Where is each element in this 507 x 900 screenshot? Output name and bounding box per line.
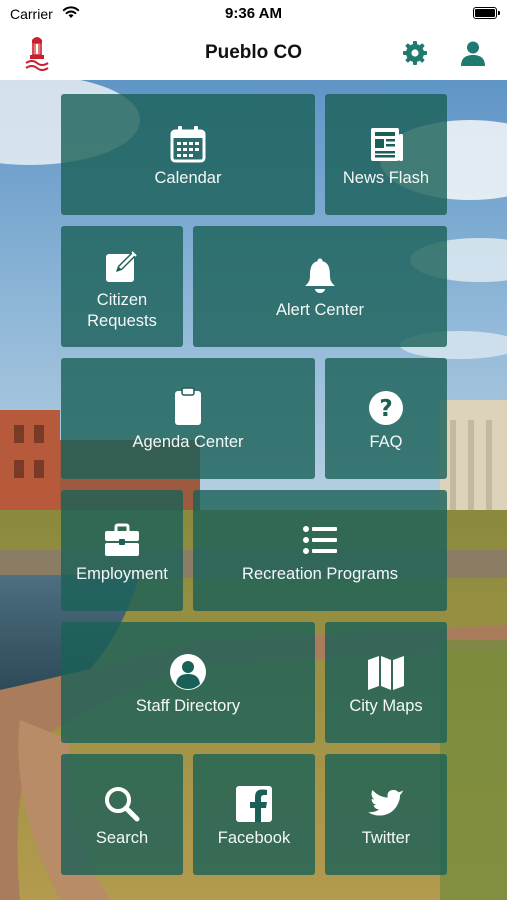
twitter-icon: [368, 790, 404, 816]
bell-icon: [305, 258, 335, 293]
recreation-programs-label: Recreation Programs: [242, 565, 398, 583]
calendar-icon: [170, 126, 206, 163]
faq-tile[interactable]: ? FAQ: [325, 358, 447, 479]
svg-text:?: ?: [379, 396, 392, 422]
staff-directory-label: Staff Directory: [135, 697, 241, 715]
status-bar: Carrier 9:36 AM: [0, 0, 507, 28]
page-title: Pueblo CO: [204, 42, 303, 63]
map-icon: [368, 656, 404, 690]
calendar-tile[interactable]: Calendar: [61, 94, 315, 215]
employment-tile[interactable]: Employment: [61, 490, 183, 611]
profile-icon[interactable]: [459, 39, 487, 67]
city-maps-label: City Maps: [349, 697, 423, 715]
facebook-label: Facebook: [217, 829, 291, 847]
battery-icon: [473, 7, 500, 19]
agenda-center-tile[interactable]: Agenda Center: [61, 358, 315, 479]
twitter-tile[interactable]: Twitter: [325, 754, 447, 875]
news-flash-label: News Flash: [342, 169, 430, 187]
citizen-requests-label: Citizen Requests: [87, 291, 157, 330]
facebook-icon: [236, 786, 272, 822]
search-label: Search: [95, 829, 149, 847]
recreation-programs-tile[interactable]: Recreation Programs: [193, 490, 447, 611]
agenda-center-label: Agenda Center: [132, 433, 244, 451]
edit-icon: [106, 251, 137, 282]
briefcase-icon: [105, 523, 139, 556]
user-circle-icon: [170, 654, 206, 690]
question-icon: ?: [369, 391, 403, 425]
city-maps-tile[interactable]: City Maps: [325, 622, 447, 743]
search-icon: [105, 787, 140, 822]
faq-label: FAQ: [369, 433, 403, 451]
search-tile[interactable]: Search: [61, 754, 183, 875]
list-icon: [303, 526, 337, 554]
alert-center-label: Alert Center: [275, 301, 365, 319]
employment-label: Employment: [76, 565, 168, 583]
clipboard-icon: [175, 387, 201, 425]
facebook-tile[interactable]: Facebook: [193, 754, 315, 875]
citizen-requests-tile[interactable]: Citizen Requests: [61, 226, 183, 347]
staff-directory-tile[interactable]: Staff Directory: [61, 622, 315, 743]
clock: 9:36 AM: [225, 5, 282, 22]
newspaper-icon: [371, 128, 403, 161]
twitter-label: Twitter: [361, 829, 411, 847]
alert-center-tile[interactable]: Alert Center: [193, 226, 447, 347]
gear-icon[interactable]: [401, 39, 429, 67]
calendar-label: Calendar: [154, 169, 222, 187]
news-flash-tile[interactable]: News Flash: [325, 94, 447, 215]
nav-bar: Pueblo CO: [0, 28, 507, 81]
